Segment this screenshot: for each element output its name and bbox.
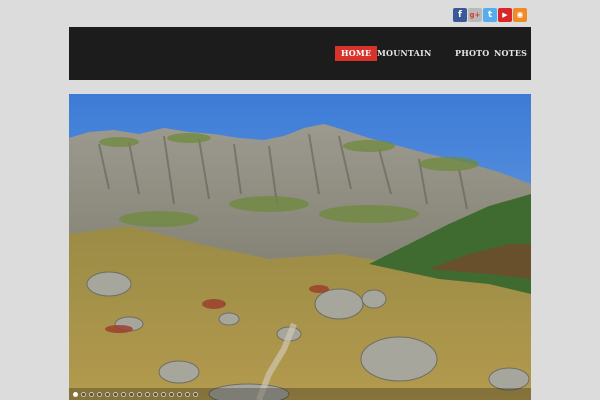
slider-dot[interactable] — [81, 392, 86, 397]
site-header: HOME MOUNTAIN PHOTO NOTES — [69, 27, 531, 80]
google-plus-icon[interactable]: g+ — [468, 8, 482, 22]
slider-dot[interactable] — [169, 392, 174, 397]
slider-dot[interactable] — [161, 392, 166, 397]
youtube-icon[interactable]: ▶ — [498, 8, 512, 22]
rss-icon[interactable]: ◉ — [513, 8, 527, 22]
slider-dot[interactable] — [113, 392, 118, 397]
hero-slider-image[interactable] — [69, 94, 531, 400]
slider-dot[interactable] — [193, 392, 198, 397]
slider-dot[interactable] — [105, 392, 110, 397]
social-icons: f g+ t ▶ ◉ — [453, 8, 527, 22]
slider-dot[interactable] — [145, 392, 150, 397]
slider-dot[interactable] — [97, 392, 102, 397]
slider-dot[interactable] — [89, 392, 94, 397]
twitter-icon[interactable]: t — [483, 8, 497, 22]
facebook-icon[interactable]: f — [453, 8, 467, 22]
slider-dot[interactable] — [137, 392, 142, 397]
slider-dot[interactable] — [129, 392, 134, 397]
slider-dot[interactable] — [73, 392, 78, 397]
nav-photo[interactable]: PHOTO — [455, 46, 489, 61]
nav-mountain[interactable]: MOUNTAIN — [377, 46, 432, 61]
slider-dot[interactable] — [121, 392, 126, 397]
slider-dot[interactable] — [177, 392, 182, 397]
slider-dot[interactable] — [185, 392, 190, 397]
nav-notes[interactable]: NOTES — [494, 46, 527, 61]
mountain-landscape-image — [69, 94, 531, 400]
slider-dot[interactable] — [153, 392, 158, 397]
nav-home[interactable]: HOME — [335, 46, 378, 61]
slider-pagination — [73, 392, 198, 397]
